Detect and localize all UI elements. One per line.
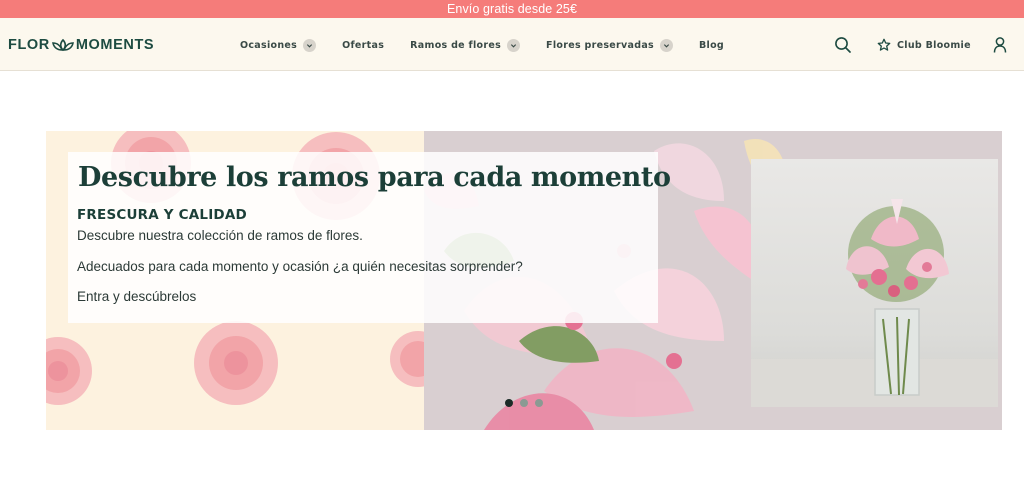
- club-bloomie-label: Club Bloomie: [897, 39, 971, 51]
- user-icon: [993, 37, 1007, 53]
- logo[interactable]: FLOR MOMENTS: [8, 36, 154, 53]
- nav-item-blog[interactable]: Blog: [699, 40, 724, 51]
- nav-item-ocasiones[interactable]: Ocasiones: [240, 38, 317, 52]
- promo-text: Envío gratis desde 25€: [446, 2, 578, 16]
- search-icon: [835, 37, 851, 53]
- chevron-down-icon[interactable]: [660, 38, 673, 52]
- chevron-down-icon[interactable]: [303, 38, 317, 52]
- lotus-logo-icon: [51, 38, 74, 51]
- search-button[interactable]: [834, 34, 852, 56]
- hero-subtitle: FRESCURA Y CALIDAD: [77, 207, 247, 223]
- nav-item-flores-preservadas[interactable]: Flores preservadas: [546, 38, 673, 52]
- hero-title: Descubre los ramos para cada momento: [78, 162, 671, 193]
- carousel-dot[interactable]: [535, 399, 543, 407]
- nav-item-label: Blog: [699, 39, 725, 51]
- nav-item-label: Ofertas: [342, 39, 385, 51]
- promo-bar: Envío gratis desde 25€: [0, 0, 1024, 18]
- club-bloomie-link[interactable]: Club Bloomie: [877, 34, 971, 56]
- star-icon: [877, 38, 891, 51]
- nav-item-ramos-de-flores[interactable]: Ramos de flores: [410, 38, 521, 52]
- nav-item-label: Ramos de flores: [410, 39, 502, 51]
- nav-item-label: Ocasiones: [240, 39, 298, 51]
- carousel-dot-active[interactable]: [505, 399, 513, 407]
- nav-item-label: Flores preservadas: [546, 39, 654, 51]
- logo-text-right: MOMENTS: [75, 36, 155, 53]
- account-button[interactable]: [992, 34, 1008, 56]
- logo-text-left: FLOR: [8, 36, 50, 53]
- site-header: FLOR MOMENTS Ocasiones Ofertas Ramos de …: [0, 18, 1024, 71]
- carousel-dots: [505, 399, 550, 407]
- chevron-down-icon[interactable]: [507, 38, 521, 52]
- hero-cta-link[interactable]: Entra y descúbrelos: [77, 289, 196, 304]
- carousel-dot[interactable]: [520, 399, 528, 407]
- hero-description: Descubre nuestra colección de ramos de f…: [77, 228, 363, 243]
- hero-banner[interactable]: Descubre los ramos para cada momento FRE…: [46, 131, 1002, 430]
- main-nav: Ocasiones Ofertas Ramos de flores Flores…: [240, 35, 750, 55]
- vase-bouquet-image: [846, 199, 949, 396]
- nav-item-ofertas[interactable]: Ofertas: [342, 40, 384, 51]
- hero-description-2: Adecuados para cada momento y ocasión ¿a…: [77, 259, 523, 274]
